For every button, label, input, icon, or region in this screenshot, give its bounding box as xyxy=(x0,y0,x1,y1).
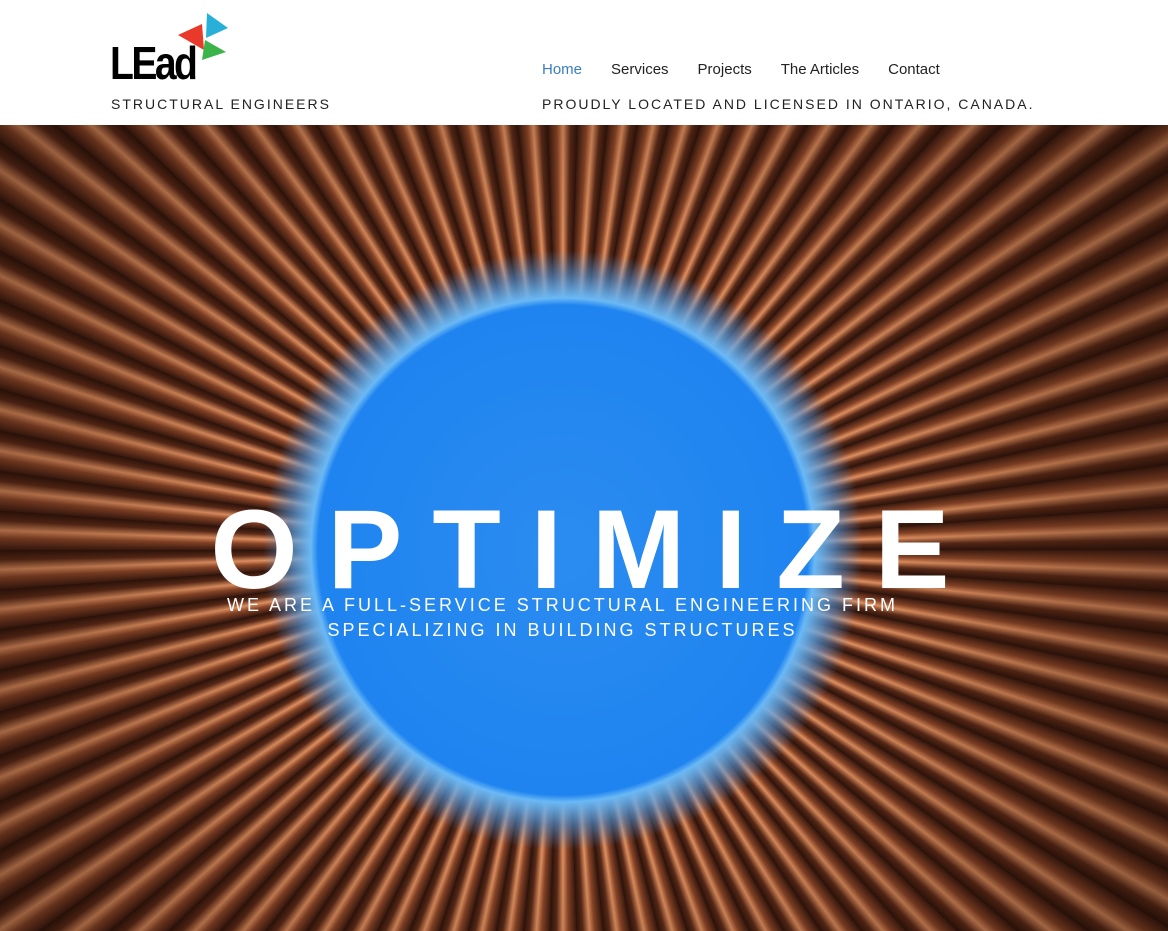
nav-home[interactable]: Home xyxy=(542,61,582,78)
hero-subtitle-line1: WE ARE A FULL-SERVICE STRUCTURAL ENGINEE… xyxy=(226,595,899,615)
main-nav: Home Services Projects The Articles Cont… xyxy=(542,61,969,78)
nav-projects[interactable]: Projects xyxy=(698,61,752,78)
site-header: LEad STRUCTURAL ENGINEERS Home Services … xyxy=(0,0,1168,125)
nav-services[interactable]: Services xyxy=(611,61,669,78)
logo-tagline: STRUCTURAL ENGINEERS xyxy=(111,96,331,112)
hero-subtitle-line2: SPECIALIZING IN BUILDING STRUCTURES xyxy=(327,620,798,640)
hero-banner: OPTIMIZE WE ARE A FULL-SERVICE STRUCTURA… xyxy=(0,125,1168,931)
nav-articles[interactable]: The Articles xyxy=(781,61,859,78)
logo-text: LEad xyxy=(110,37,198,89)
nav-contact[interactable]: Contact xyxy=(888,61,940,78)
logo[interactable]: LEad xyxy=(110,10,240,90)
location-text: PROUDLY LOCATED AND LICENSED IN ONTARIO,… xyxy=(542,96,1035,112)
